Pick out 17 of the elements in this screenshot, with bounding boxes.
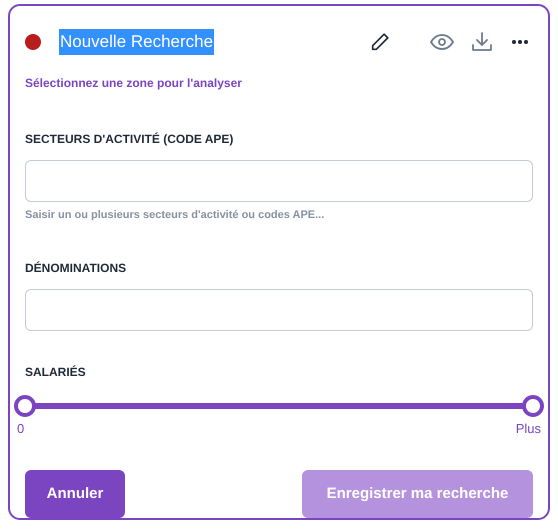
max-label: Plus [516, 420, 541, 438]
field-label: SALARIÉS [25, 364, 87, 382]
download-icon[interactable] [471, 30, 493, 53]
min-label: 0 [17, 420, 24, 438]
slider-thumb[interactable] [14, 395, 36, 418]
field-label: SECTEURS D'ACTIVITÉ (CODE APE) [25, 130, 234, 148]
field-hint: Saisir un ou plusieurs secteurs d'activité ou codes APE... [25, 208, 326, 223]
subtitle: Sélectionnez une zone pour l'analyser [25, 74, 243, 92]
cancel-button[interactable]: Annuler [25, 470, 125, 518]
search-title[interactable]: Nouvelle Recherche [59, 29, 214, 55]
more-icon[interactable] [511, 38, 529, 45]
slider-track[interactable] [14, 395, 544, 414]
slider-thumb[interactable] [522, 395, 544, 418]
input-field[interactable] [25, 160, 533, 202]
edit-icon[interactable] [369, 30, 391, 53]
field-label: DÉNOMINATIONS [25, 260, 128, 278]
input-field[interactable] [25, 289, 533, 332]
